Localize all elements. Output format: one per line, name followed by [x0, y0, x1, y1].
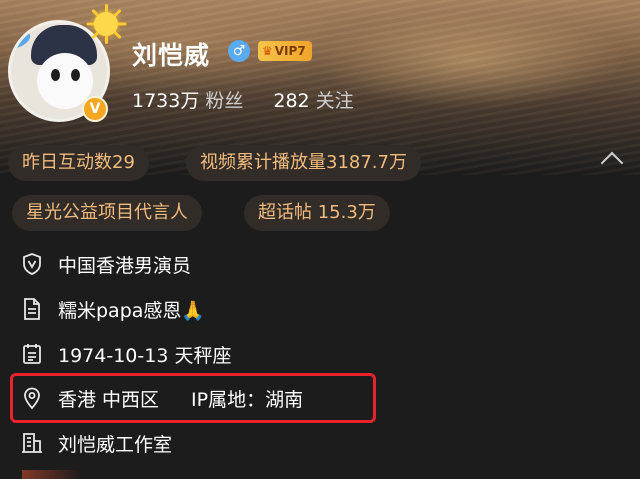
charity-pill[interactable]: 星光公益项目代言人	[12, 195, 202, 231]
interactions-pill[interactable]: 昨日互动数29	[8, 145, 149, 181]
male-gender-icon: ♂	[228, 40, 250, 62]
profile-name: 刘恺威	[132, 41, 211, 70]
shield-v-icon	[20, 252, 44, 276]
info-studio-row[interactable]: 刘恺威工作室	[20, 426, 172, 460]
calendar-icon	[20, 342, 44, 366]
info-occupation-row: 中国香港男演员	[20, 247, 191, 281]
highlight-box	[10, 373, 376, 423]
following-stat[interactable]: 282 关注	[273, 90, 353, 112]
bio-text: 糯米papa感恩🙏	[58, 299, 206, 322]
super-topic-pill[interactable]: 超话帖 15.3万	[244, 195, 390, 231]
video-plays-pill[interactable]: 视频累计播放量3187.7万	[186, 145, 421, 181]
building-icon	[20, 431, 44, 455]
vip-badge[interactable]: ♛ VIP7	[258, 41, 312, 61]
followers-stat[interactable]: 1733万 粉丝	[132, 90, 243, 112]
followers-label: 粉丝	[205, 90, 244, 112]
occupation-text: 中国香港男演员	[58, 254, 192, 277]
studio-text: 刘恺威工作室	[58, 433, 173, 456]
crown-icon: ♛	[262, 44, 273, 58]
avatar-eye-right	[71, 69, 80, 81]
avatar-eye-left	[51, 69, 60, 81]
sun-icon	[86, 4, 127, 44]
profile-stats: 1733万 粉丝 282 关注	[132, 86, 354, 113]
info-bio-row: 糯米papa感恩🙏	[20, 292, 205, 326]
vip-level: VIP7	[274, 44, 306, 58]
followers-count: 1733万	[132, 90, 200, 112]
verified-badge-icon: V	[82, 96, 108, 122]
following-label: 关注	[315, 90, 354, 112]
birthday-text: 1974-10-13 天秤座	[58, 344, 232, 367]
document-icon	[20, 297, 44, 321]
info-birthday-row: 1974-10-13 天秤座	[20, 337, 231, 371]
following-count: 282	[273, 90, 310, 112]
next-row-partial-icon	[22, 470, 82, 479]
